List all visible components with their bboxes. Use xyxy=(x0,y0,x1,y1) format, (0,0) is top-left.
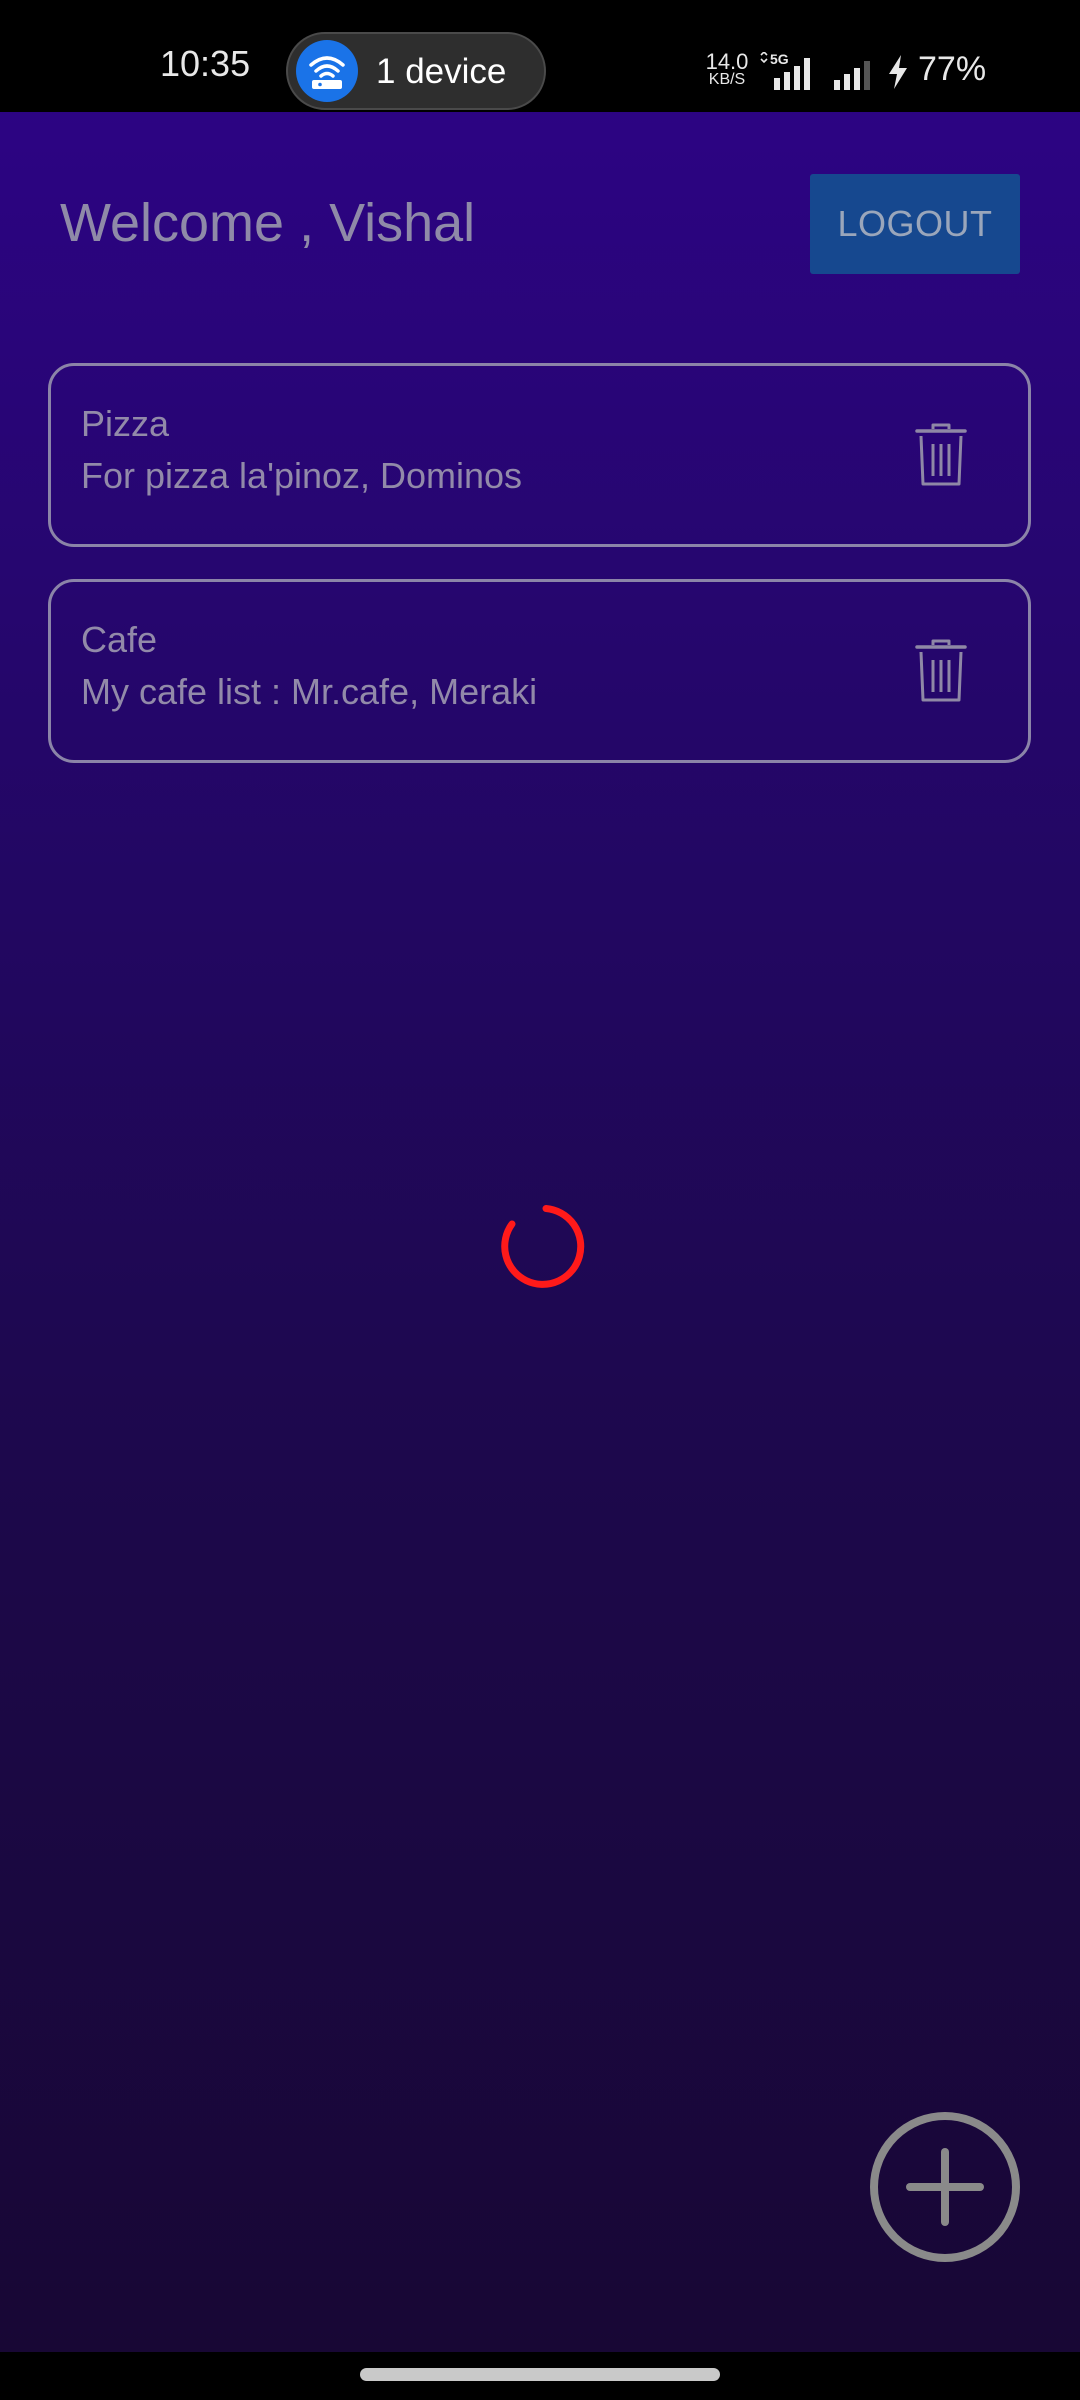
network-speed-unit: KB/S xyxy=(708,71,746,88)
network-type-label: 5G xyxy=(770,52,789,67)
welcome-heading: Welcome , Vishal xyxy=(60,193,476,253)
status-bar: 10:35 1 device 14.0 KB/S 5G 77% xyxy=(0,0,1080,112)
signal-bars-icon: 5G xyxy=(760,52,810,90)
app-screen: Welcome , Vishal LOGOUT Pizza For pizza … xyxy=(0,112,1080,2352)
note-description: For pizza la'pinoz, Dominos xyxy=(81,455,523,496)
navigation-bar xyxy=(0,2352,1080,2400)
charging-bolt-icon xyxy=(889,55,907,89)
battery-level: 77% xyxy=(918,50,987,88)
network-speed-value: 14.0 xyxy=(705,49,749,74)
note-card[interactable]: Cafe My cafe list : Mr.cafe, Meraki xyxy=(48,579,1031,763)
note-card[interactable]: Pizza For pizza la'pinoz, Dominos xyxy=(48,363,1031,547)
loading-spinner xyxy=(501,1205,585,1288)
plus-circle-icon[interactable] xyxy=(868,2110,1022,2264)
home-gesture-handle[interactable] xyxy=(360,2368,720,2381)
trash-icon[interactable] xyxy=(913,422,969,488)
status-time: 10:35 xyxy=(160,43,251,84)
hotspot-indicator[interactable]: 1 device xyxy=(286,32,546,110)
note-title: Cafe xyxy=(81,619,158,660)
network-speed: 14.0 KB/S xyxy=(702,49,752,88)
wifi-hotspot-icon xyxy=(296,40,358,102)
signal-bars-secondary-icon xyxy=(834,61,870,90)
hotspot-label: 1 device xyxy=(376,52,507,91)
trash-icon[interactable] xyxy=(913,638,969,704)
note-title: Pizza xyxy=(81,403,170,444)
logout-button[interactable]: LOGOUT xyxy=(810,174,1020,274)
note-description: My cafe list : Mr.cafe, Meraki xyxy=(81,671,538,712)
